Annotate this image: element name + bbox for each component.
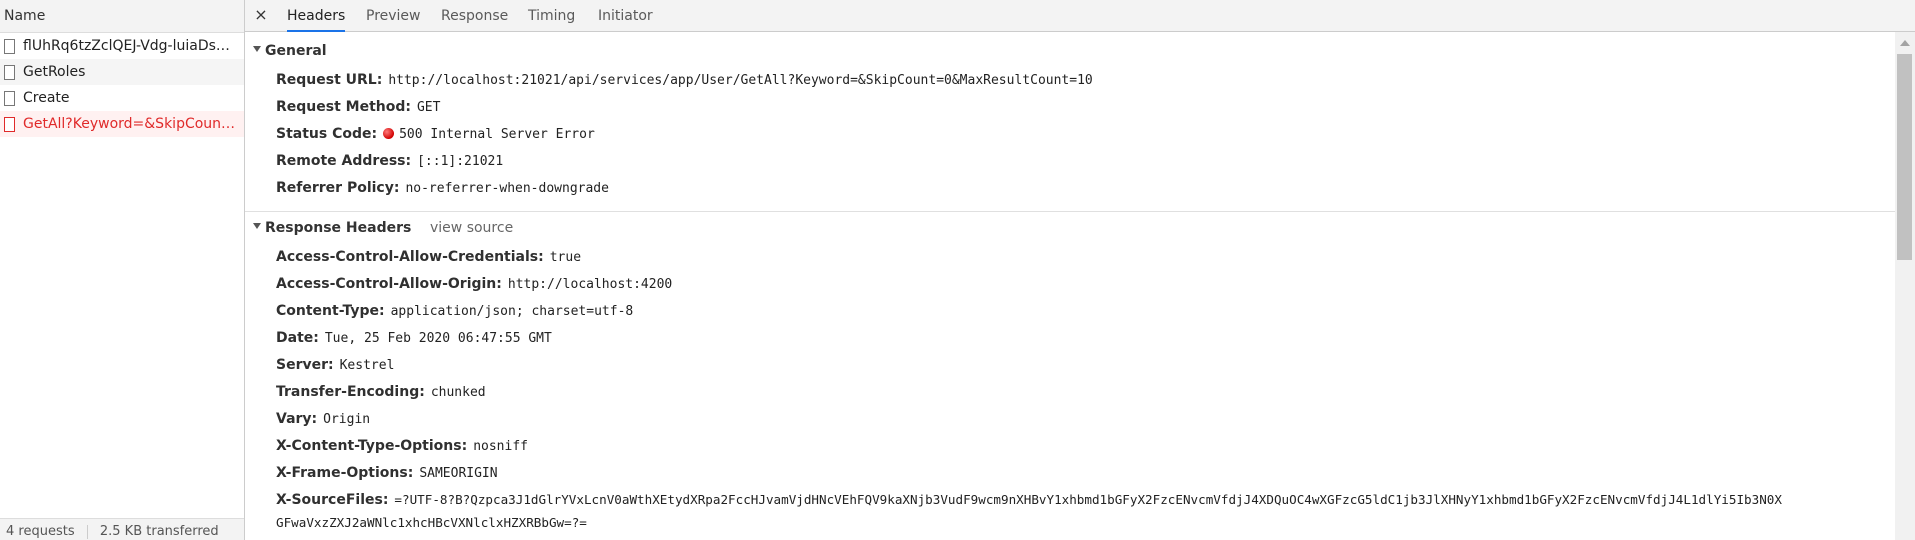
header-value: Kestrel: [339, 358, 395, 373]
response-header-row: X-SourceFiles: =?UTF-8?B?Qzpca3J1dGlrYVxL…: [276, 489, 1895, 511]
request-name: GetAll?Keyword=&SkipCount...: [23, 116, 238, 132]
header-value: GET: [416, 100, 441, 115]
header-key: Request URL:: [276, 72, 383, 88]
header-value: no-referrer-when-downgrade: [405, 181, 609, 196]
header-key: Status Code:: [276, 126, 378, 142]
response-header-row: Access-Control-Allow-Origin: http://local…: [276, 273, 672, 295]
expand-triangle-icon: [253, 223, 261, 229]
header-value: Origin: [323, 412, 371, 427]
request-count: 4 requests: [6, 524, 75, 539]
tab-headers[interactable]: Headers: [287, 0, 346, 32]
header-key: Remote Address:: [276, 153, 412, 169]
request-row-selected-error[interactable]: GetAll?Keyword=&SkipCount...: [0, 111, 244, 137]
response-header-row: Date: Tue, 25 Feb 2020 06:47:55 GMT: [276, 327, 552, 349]
response-header-row: Transfer-Encoding: chunked: [276, 381, 486, 403]
response-headers-section-title: Response Headers: [265, 220, 412, 236]
header-key: Request Method:: [276, 99, 411, 115]
request-row[interactable]: GetRoles: [0, 59, 244, 85]
status-footer: 4 requests 2.5 KB transferred: [0, 518, 244, 540]
request-method-row: Request Method: GET: [276, 96, 440, 118]
response-header-row: X-Content-Type-Options: nosniff: [276, 435, 528, 457]
request-url-row: Request URL: http://localhost:21021/api/s…: [276, 69, 1093, 91]
response-header-row: Content-Type: application/json; charset=u…: [276, 300, 633, 322]
remote-address-row: Remote Address: [::1]:21021: [276, 150, 503, 172]
scroll-up-arrow-icon[interactable]: [1900, 40, 1910, 46]
response-header-row: X-Frame-Options: SAMEORIGIN: [276, 462, 498, 484]
tab-timing[interactable]: Timing: [528, 0, 575, 31]
header-value: http://localhost:4200: [507, 277, 673, 292]
request-list-panel: Name flUhRq6tzZclQEJ-Vdg-luiaDsN... GetR…: [0, 0, 245, 540]
header-value: true: [549, 250, 582, 265]
close-icon[interactable]: ×: [253, 5, 269, 25]
scrollbar-thumb[interactable]: [1897, 54, 1912, 260]
header-value: nosniff: [473, 439, 528, 454]
view-source-link[interactable]: view source: [430, 217, 513, 239]
header-value: =?UTF-8?B?Qzpca3J1dGlrYVxLcnV0aWthXEtydX…: [394, 492, 1782, 507]
request-name: flUhRq6tzZclQEJ-Vdg-luiaDsN...: [23, 38, 238, 54]
request-file-icon: [4, 116, 15, 132]
footer-divider: [86, 524, 88, 539]
response-header-row: Vary: Origin: [276, 408, 370, 430]
header-key: X-Frame-Options:: [276, 465, 414, 481]
transferred-size: 2.5 KB transferred: [99, 524, 219, 539]
referrer-policy-row: Referrer Policy: no-referrer-when-downgra…: [276, 177, 609, 199]
error-status-dot-icon: [383, 127, 395, 139]
tab-preview[interactable]: Preview: [366, 0, 421, 31]
header-key: Vary:: [276, 411, 318, 427]
request-name: GetRoles: [23, 64, 86, 80]
response-headers-section-toggle[interactable]: Response Headers: [253, 217, 411, 239]
header-value: Tue, 25 Feb 2020 06:47:55 GMT: [324, 331, 552, 346]
general-section-title: General: [265, 43, 327, 59]
header-key: Access-Control-Allow-Origin:: [276, 276, 502, 292]
header-key: Server:: [276, 357, 334, 373]
tab-initiator[interactable]: Initiator: [598, 0, 653, 31]
request-row[interactable]: Create: [0, 85, 244, 111]
response-header-row: Server: Kestrel: [276, 354, 394, 376]
header-key: X-Content-Type-Options:: [276, 438, 468, 454]
header-value: application/json; charset=utf-8: [390, 304, 634, 319]
header-value: SAMEORIGIN: [419, 466, 498, 481]
headers-content: General Request URL: http://localhost:210…: [245, 32, 1895, 540]
header-value: chunked: [430, 385, 486, 400]
details-tabbar: × Headers Preview Response Timing Initia…: [245, 0, 1915, 32]
request-file-icon: [4, 90, 15, 106]
header-value: http://localhost:21021/api/services/app/…: [388, 73, 1093, 88]
response-header-row: Access-Control-Allow-Credentials: true: [276, 246, 581, 268]
header-value-continuation: GFwaVxzZXJ2aWNlc1xhcHBcVXNlclxHZXRBbGw=?…: [276, 515, 587, 530]
section-divider: [245, 211, 1895, 212]
request-file-icon: [4, 38, 15, 54]
details-panel: × Headers Preview Response Timing Initia…: [245, 0, 1915, 540]
tab-response[interactable]: Response: [441, 0, 508, 31]
header-value: 500 Internal Server Error: [399, 127, 595, 142]
header-key: Content-Type:: [276, 303, 385, 319]
name-column-header[interactable]: Name: [0, 0, 244, 33]
header-value: [::1]:21021: [417, 154, 504, 169]
general-section-toggle[interactable]: General: [253, 40, 327, 62]
header-key: Referrer Policy:: [276, 180, 400, 196]
expand-triangle-icon: [253, 46, 261, 52]
header-key: Access-Control-Allow-Credentials:: [276, 249, 544, 265]
request-name: Create: [23, 90, 70, 106]
header-key: Transfer-Encoding:: [276, 384, 425, 400]
request-file-icon: [4, 64, 15, 80]
status-code-row: Status Code: 500 Internal Server Error: [276, 123, 595, 145]
header-key: Date:: [276, 330, 319, 346]
request-row[interactable]: flUhRq6tzZclQEJ-Vdg-luiaDsN...: [0, 33, 244, 59]
header-key: X-SourceFiles:: [276, 492, 389, 508]
